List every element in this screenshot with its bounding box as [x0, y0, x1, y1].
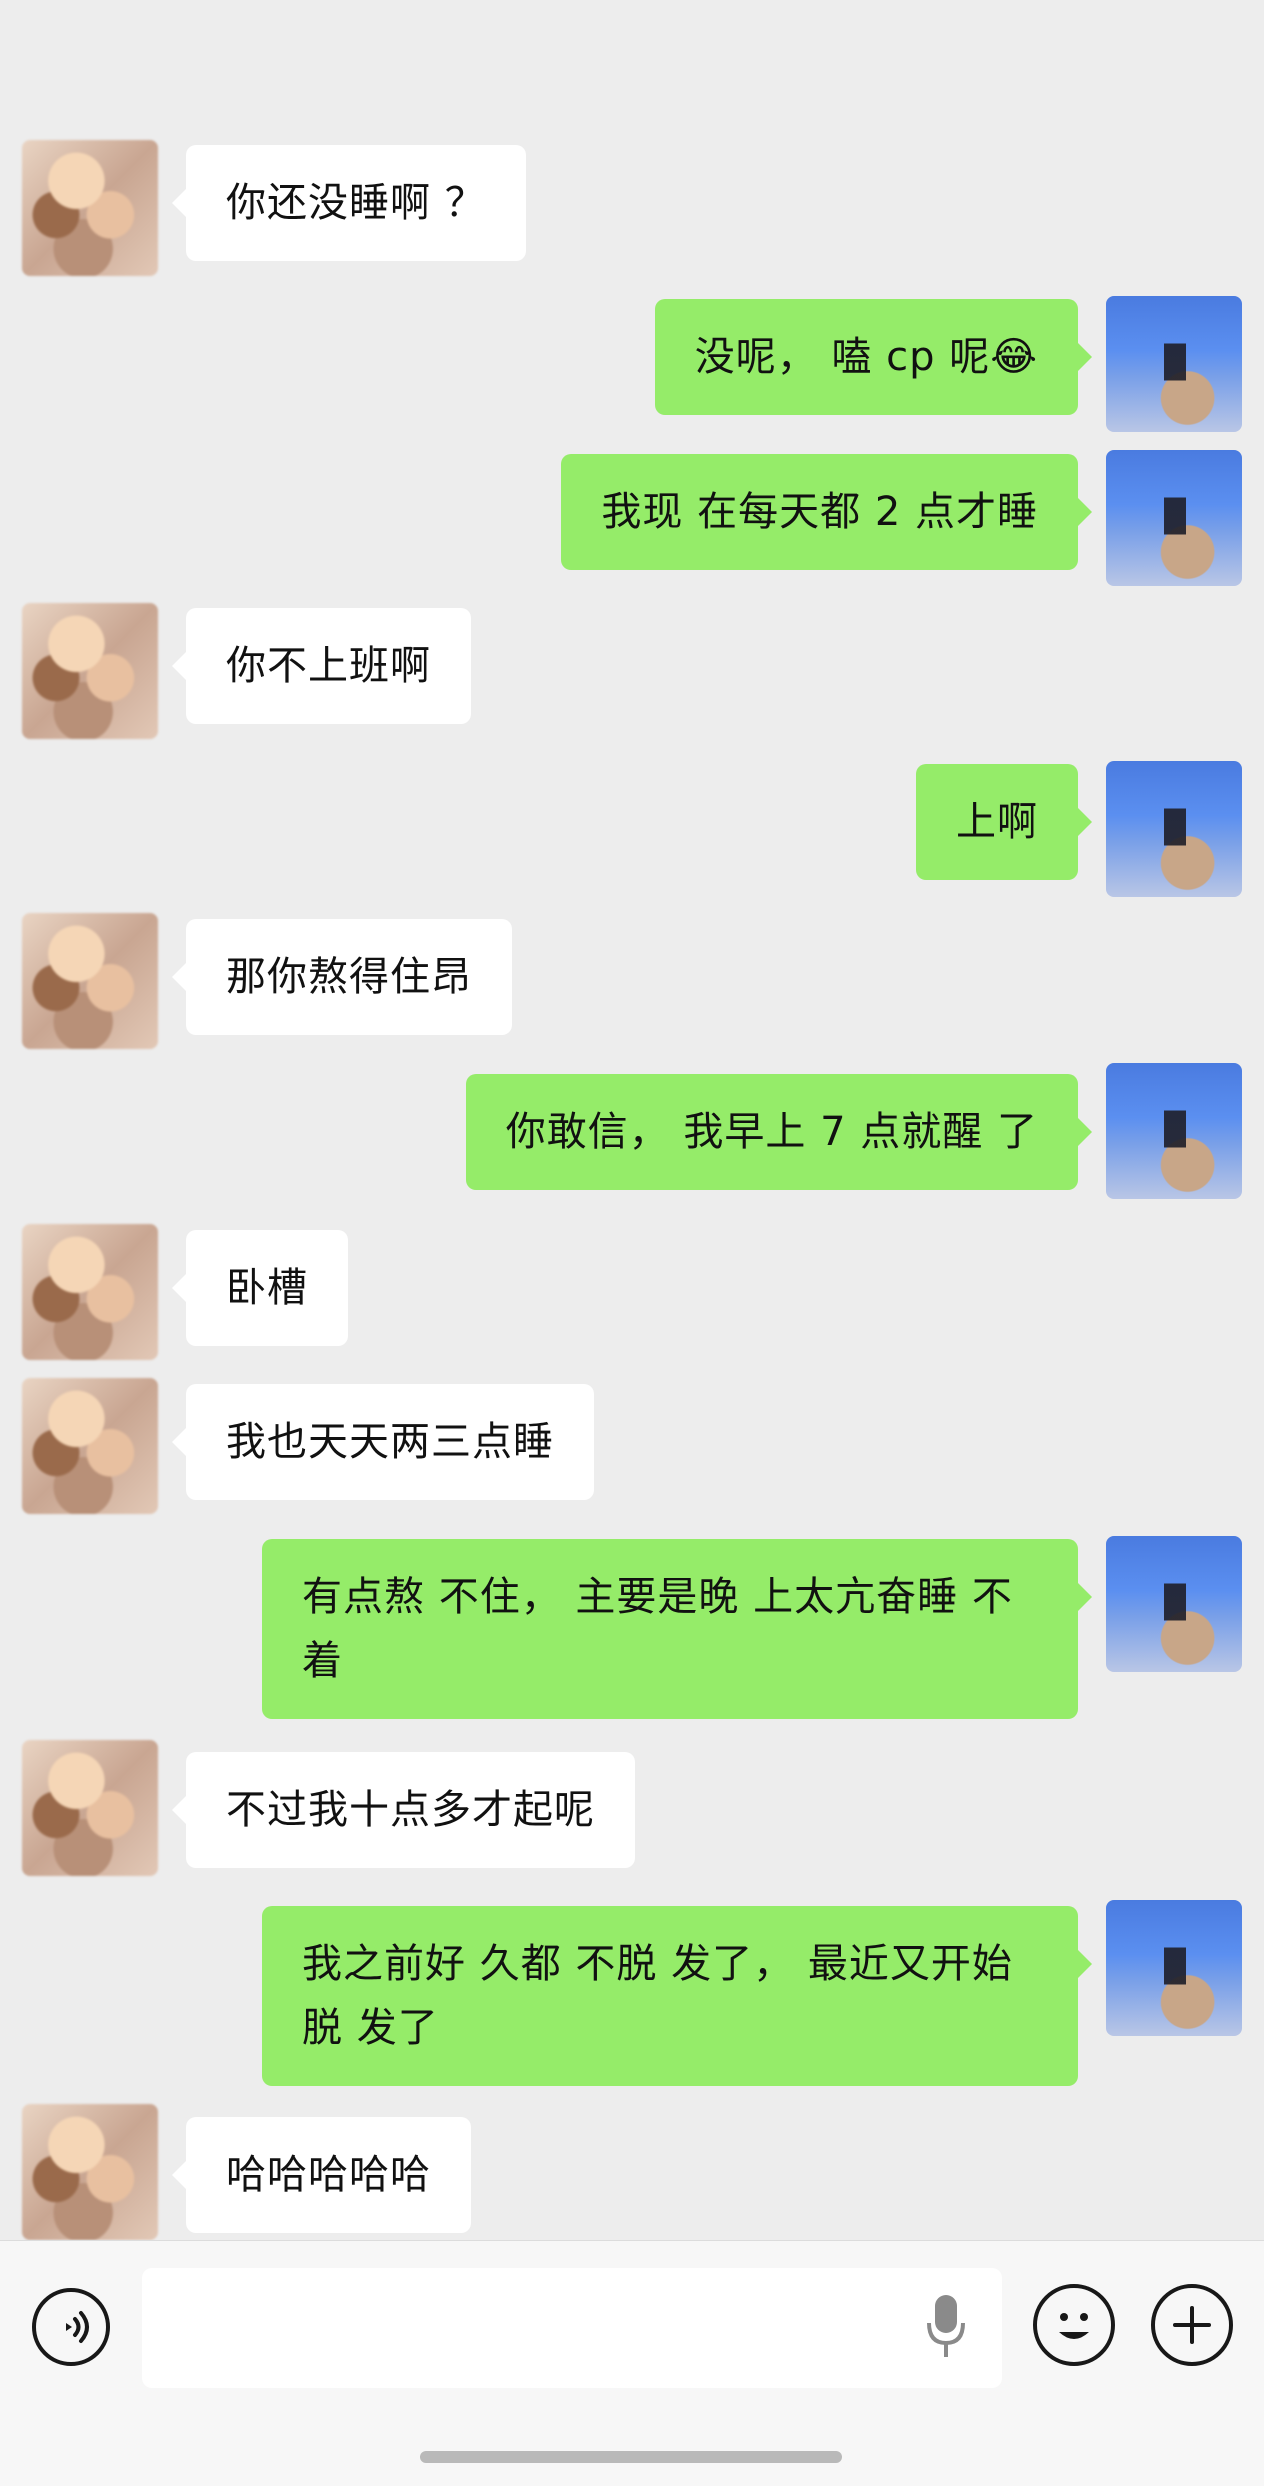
- friend-avatar[interactable]: [22, 140, 158, 276]
- incoming-message-bubble[interactable]: 那你熬得住昂: [172, 919, 512, 1035]
- home-indicator[interactable]: [420, 2451, 842, 2463]
- outgoing-message-bubble[interactable]: 有点熬 不住， 主要是晚 上太亢奋睡 不 着: [262, 1539, 1092, 1719]
- incoming-message-bubble[interactable]: 卧槽: [172, 1230, 348, 1346]
- voice-mode-icon[interactable]: [32, 2288, 110, 2366]
- incoming-message-bubble[interactable]: 你不上班啊: [172, 608, 471, 724]
- incoming-message-bubble[interactable]: 哈哈哈哈哈: [172, 2117, 471, 2233]
- friend-avatar[interactable]: [22, 913, 158, 1049]
- outgoing-message-bubble[interactable]: 你敢信， 我早上 7 点就醒 了: [465, 1074, 1093, 1190]
- chat-input-bar: [0, 2240, 1264, 2486]
- incoming-message-bubble[interactable]: 你还没睡啊 ？: [172, 145, 526, 261]
- friend-avatar[interactable]: [22, 1378, 158, 1514]
- friend-avatar[interactable]: [22, 603, 158, 739]
- incoming-message-bubble[interactable]: 不过我十点多才起呢: [172, 1752, 635, 1868]
- message-text-input[interactable]: [142, 2268, 1002, 2388]
- my-avatar[interactable]: [1106, 450, 1242, 586]
- my-avatar[interactable]: [1106, 1536, 1242, 1672]
- emoji-icon[interactable]: [1033, 2284, 1115, 2366]
- add-icon: [1173, 2306, 1211, 2344]
- chat-area[interactable]: 你还没睡啊 ？ 没呢， 嗑 cp 呢😂 我现 在每天都 2 点才睡 你不上班啊 …: [0, 0, 1264, 2240]
- message-input[interactable]: [142, 2268, 1002, 2388]
- voice-wave-icon: [66, 2311, 89, 2343]
- my-avatar[interactable]: [1106, 761, 1242, 897]
- my-avatar[interactable]: [1106, 296, 1242, 432]
- my-avatar[interactable]: [1106, 1900, 1242, 2036]
- microphone-icon[interactable]: [926, 2293, 966, 2361]
- friend-avatar[interactable]: [22, 2104, 158, 2240]
- plus-icon[interactable]: [1151, 2284, 1233, 2366]
- friend-avatar[interactable]: [22, 1740, 158, 1876]
- my-avatar[interactable]: [1106, 1063, 1242, 1199]
- outgoing-message-bubble[interactable]: 我现 在每天都 2 点才睡: [561, 454, 1092, 570]
- friend-avatar[interactable]: [22, 1224, 158, 1360]
- outgoing-message-bubble[interactable]: 我之前好 久都 不脱 发了， 最近又开始 脱 发了: [262, 1906, 1092, 2086]
- outgoing-message-bubble[interactable]: 没呢， 嗑 cp 呢😂: [654, 299, 1093, 415]
- outgoing-message-bubble[interactable]: 上啊: [916, 764, 1092, 880]
- smiley-face-icon: [1059, 2313, 1089, 2339]
- incoming-message-bubble[interactable]: 我也天天两三点睡: [172, 1384, 594, 1500]
